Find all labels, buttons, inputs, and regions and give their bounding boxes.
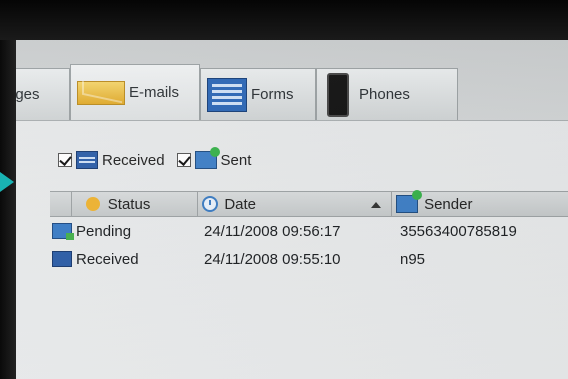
forms-icon: [207, 77, 247, 112]
tab-emails[interactable]: E-mails: [70, 64, 200, 120]
status-cell: Received: [50, 251, 200, 268]
tab-label: Forms: [251, 86, 294, 103]
tab-label: Phones: [359, 86, 410, 103]
pointer-arrow-icon: [0, 172, 14, 192]
column-header-date[interactable]: Date: [198, 192, 393, 216]
status-text: Received: [76, 250, 139, 268]
table-row[interactable]: Pending 24/11/2008 09:56:17 355634007858…: [50, 217, 568, 245]
messages-table: Status Date Sender Pending 24/11/2008 09: [50, 190, 568, 273]
received-message-icon: [52, 251, 72, 267]
messages-panel: Received Sent Status Date Sender Pending…: [16, 120, 568, 379]
sent-filter-label: Sent: [220, 151, 252, 169]
email-envelope-icon: [77, 80, 125, 105]
date-cell: 24/11/2008 09:55:10: [204, 250, 341, 268]
column-header-blank: [50, 192, 72, 216]
date-cell: 24/11/2008 09:56:17: [204, 222, 341, 240]
tab-messages[interactable]: ages: [16, 68, 70, 120]
tab-bar: ages E-mails Forms Phones: [16, 62, 568, 120]
table-header: Status Date Sender: [50, 190, 568, 217]
tab-label: E-mails: [129, 84, 180, 101]
table-row[interactable]: Received 24/11/2008 09:55:10 n95: [50, 245, 568, 273]
column-header-label: Sender: [424, 195, 473, 213]
status-text: Pending: [76, 222, 132, 240]
sent-mail-icon: [194, 147, 220, 169]
sort-ascending-icon: [371, 202, 382, 208]
status-cell: Pending: [50, 223, 200, 240]
filter-bar: Received Sent: [58, 147, 251, 173]
sender-cell: n95: [400, 250, 426, 268]
status-icon: [85, 197, 100, 211]
phone-icon: [327, 72, 349, 117]
sender-icon: [396, 190, 423, 213]
received-filter-label: Received: [102, 151, 165, 169]
clock-icon: [202, 196, 219, 212]
tab-label: ages: [16, 86, 40, 103]
monitor-bezel-left: [0, 40, 16, 379]
tab-forms[interactable]: Forms: [200, 68, 316, 120]
column-header-label: Status: [107, 195, 151, 213]
pending-message-icon: [52, 223, 74, 240]
column-header-label: Date: [224, 195, 257, 213]
column-header-sender[interactable]: Sender: [392, 190, 568, 216]
app-screen: ages E-mails Forms Phones Received Sent: [16, 40, 568, 379]
tab-phones[interactable]: Phones: [316, 68, 458, 120]
received-mail-icon: [76, 151, 98, 169]
monitor-bezel-top: [0, 0, 568, 40]
column-header-status[interactable]: Status: [72, 192, 199, 216]
received-checkbox[interactable]: [58, 153, 72, 167]
sent-checkbox[interactable]: [176, 153, 191, 167]
sender-cell: 35563400785819: [400, 222, 517, 240]
